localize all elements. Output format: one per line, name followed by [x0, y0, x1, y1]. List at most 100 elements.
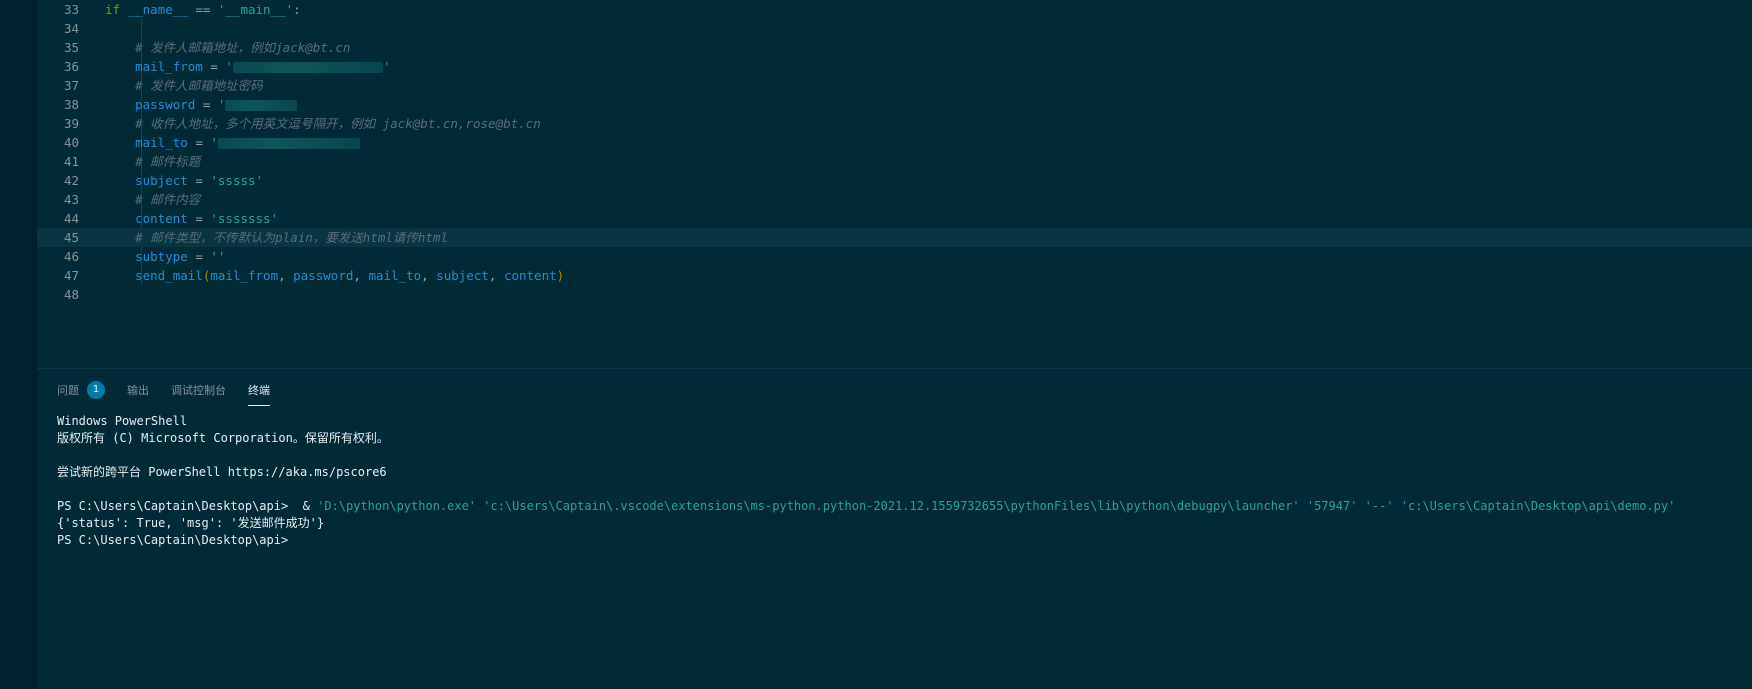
code-line[interactable]: 37 # 发件人邮箱地址密码 [37, 76, 1752, 95]
code-line[interactable]: 48 [37, 285, 1752, 304]
code-line[interactable]: 40 mail_to = ' [37, 133, 1752, 152]
code-line[interactable]: 45 # 邮件类型，不传默认为plain，要发送html请传html [37, 228, 1752, 247]
tab-debug-console[interactable]: 调试控制台 [171, 377, 226, 403]
terminal-command: 'D:\python\python.exe' 'c:\Users\Captain… [317, 499, 1676, 513]
code-line[interactable]: 36 mail_from = ' ' [37, 57, 1752, 76]
line-number: 40 [63, 135, 79, 150]
line-number: 36 [63, 59, 79, 74]
line-number: 43 [63, 192, 79, 207]
redacted-text [232, 62, 383, 73]
line-code: password = ' [105, 95, 298, 114]
line-number: 33 [63, 2, 79, 17]
redacted-text [217, 138, 360, 149]
code-line[interactable]: 39 # 收件人地址，多个用英文逗号隔开，例如 jack@bt.cn,rose@… [37, 114, 1752, 133]
terminal-line: 版权所有 (C) Microsoft Corporation。保留所有权利。 [57, 431, 389, 445]
code-token: '' [210, 249, 226, 264]
code-line[interactable]: 44 content = 'sssssss' [37, 209, 1752, 228]
code-token: # 发件人邮箱地址密码 [105, 78, 263, 93]
code-token: = [187, 173, 211, 188]
tab-terminal[interactable]: 终端 [248, 377, 270, 406]
code-line[interactable]: 33 if __name__ == '__main__': [37, 0, 1752, 19]
code-token: '__main__' [217, 2, 294, 17]
code-token: # 发件人邮箱地址，例如jack@bt.cn [105, 40, 351, 55]
code-token: mail_from [105, 59, 203, 74]
code-token: mail_to [368, 268, 422, 283]
code-token: mail_from [210, 268, 279, 283]
panel-tabs: 问题 1 输出 调试控制台 终端 [57, 377, 292, 406]
tab-problems[interactable]: 问题 1 [57, 377, 105, 403]
line-code: # 邮件内容 [105, 190, 200, 209]
line-number: 37 [63, 78, 79, 93]
line-number: 41 [63, 154, 79, 169]
line-number: 39 [63, 116, 79, 131]
line-number: 35 [63, 40, 79, 55]
code-line[interactable]: 38 password = ' [37, 95, 1752, 114]
code-token: password [105, 97, 196, 112]
code-token: content [105, 211, 188, 226]
terminal-line: 尝试新的跨平台 PowerShell https://aka.ms/pscore… [57, 465, 387, 479]
bottom-panel: 问题 1 输出 调试控制台 终端 Windows PowerShell 版权所有… [37, 369, 1752, 689]
code-token: # 邮件标题 [105, 154, 201, 169]
line-code: content = 'sssssss' [105, 209, 278, 228]
code-token: if [105, 2, 128, 17]
code-token: mail_to [105, 135, 188, 150]
code-token: 'sssssss' [210, 211, 279, 226]
terminal-output: {'status': True, 'msg': '发送邮件成功'} [57, 516, 325, 530]
code-line[interactable]: 35 # 发件人邮箱地址，例如jack@bt.cn [37, 38, 1752, 57]
line-code: mail_to = ' [105, 133, 360, 152]
code-token: ' [382, 59, 391, 74]
line-number: 44 [63, 211, 79, 226]
line-number: 46 [63, 249, 79, 264]
line-code: # 发件人邮箱地址密码 [105, 76, 263, 95]
tab-output-label: 输出 [127, 384, 149, 397]
line-code: mail_from = ' ' [105, 57, 390, 76]
code-line[interactable]: 46 subtype = '' [37, 247, 1752, 266]
line-number: 34 [63, 21, 79, 36]
tab-terminal-label: 终端 [248, 384, 270, 397]
line-code: # 收件人地址，多个用英文逗号隔开，例如 jack@bt.cn,rose@bt.… [105, 114, 541, 133]
code-line[interactable]: 47 send_mail(mail_from, password, mail_t… [37, 266, 1752, 285]
line-code: if __name__ == '__main__': [105, 0, 301, 19]
code-token: __name__ [127, 2, 188, 17]
code-token: = [187, 135, 211, 150]
code-token: , [488, 268, 504, 283]
code-token: 'sssss' [210, 173, 264, 188]
redacted-text [225, 100, 298, 111]
line-number: 45 [63, 230, 79, 245]
tab-output[interactable]: 输出 [127, 377, 149, 403]
code-token: subject [105, 173, 188, 188]
code-token: = [202, 59, 226, 74]
code-token: subject [436, 268, 489, 283]
code-editor[interactable]: 33 if __name__ == '__main__': 34 35 # 发件人邮箱… [37, 0, 1752, 368]
code-token: ' [225, 59, 233, 74]
line-code: send_mail(mail_from, password, mail_to, … [105, 266, 564, 285]
code-token: subtype [105, 249, 188, 264]
code-line[interactable]: 34 [37, 19, 1752, 38]
line-number: 47 [63, 268, 79, 283]
terminal-prompt: PS C:\Users\Captain\Desktop\api> & [57, 499, 318, 513]
code-token: , [353, 268, 369, 283]
problems-count-badge: 1 [87, 381, 105, 399]
line-number: 48 [63, 287, 79, 302]
code-line[interactable]: 41 # 邮件标题 [37, 152, 1752, 171]
code-token: = [187, 211, 211, 226]
activity-bar [0, 0, 37, 689]
code-token: send_mail [105, 268, 203, 283]
code-token: # 邮件类型，不传默认为plain，要发送html请传html [105, 230, 448, 245]
code-token: ' [210, 135, 218, 150]
line-code: subject = 'sssss' [105, 171, 263, 190]
terminal-command-line: PS C:\Users\Captain\Desktop\api> & 'D:\p… [57, 498, 1675, 515]
line-code: # 邮件类型，不传默认为plain，要发送html请传html [105, 228, 448, 247]
code-token: = [195, 97, 218, 112]
code-token: , [421, 268, 437, 283]
terminal-prompt: PS C:\Users\Captain\Desktop\api> [57, 533, 289, 547]
code-token: : [293, 2, 301, 17]
code-line[interactable]: 43 # 邮件内容 [37, 190, 1752, 209]
code-token: , [278, 268, 294, 283]
code-token: password [293, 268, 354, 283]
code-token: content [503, 268, 557, 283]
code-token: = [187, 249, 211, 264]
code-line[interactable]: 42 subject = 'sssss' [37, 171, 1752, 190]
code-token: ) [556, 268, 565, 283]
code-token: # 邮件内容 [105, 192, 201, 207]
